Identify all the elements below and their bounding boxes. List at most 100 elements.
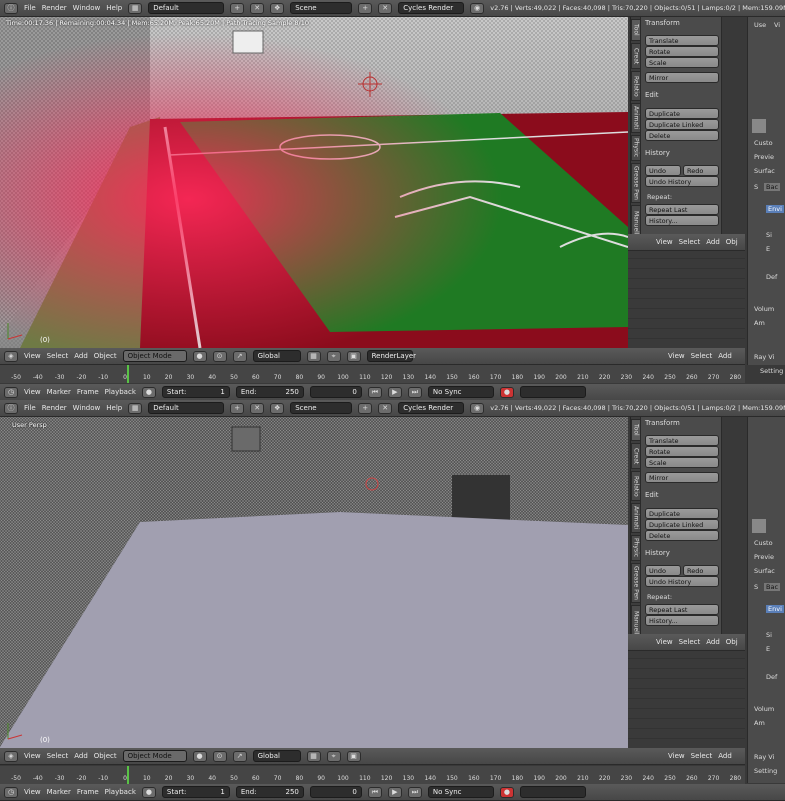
undo-button[interactable]: Undo	[645, 165, 681, 176]
sync-select[interactable]: No Sync	[427, 386, 494, 398]
mirror-button[interactable]: Mirror	[645, 72, 719, 83]
screen-layout-icon-2[interactable]: ▦	[128, 402, 143, 414]
keying-set-field[interactable]	[519, 386, 586, 398]
play-icon[interactable]: ▶	[387, 386, 402, 398]
duplicate-linked-button-2[interactable]: Duplicate Linked	[645, 519, 719, 530]
surface-header-2[interactable]: Surfac	[754, 567, 775, 575]
render-layer-field[interactable]: RenderLayer	[366, 350, 416, 362]
viewport-solid[interactable]: User Persp (0)	[0, 417, 628, 748]
timeline-2[interactable]: -50 -40 -30 -20 -10 0 10 20 30 40 50 60 70 80 90 100 110…	[0, 766, 745, 784]
def-field-2[interactable]: Def	[766, 673, 777, 681]
pb-marker[interactable]: Marker	[47, 388, 71, 396]
node-editor-1[interactable]	[628, 251, 745, 348]
layout-field-2[interactable]: Default	[148, 402, 225, 414]
translate-button-2[interactable]: Translate	[645, 435, 719, 446]
info-editor-icon[interactable]: ⓘ	[4, 2, 18, 14]
preview-header-2[interactable]: Previe	[754, 553, 774, 561]
menu-help[interactable]: Help	[106, 4, 122, 12]
menu-help-2[interactable]: Help	[106, 404, 122, 412]
menu-add-2[interactable]: Add	[74, 752, 88, 760]
sync-select-2[interactable]: No Sync	[427, 786, 494, 798]
orientation-select-2[interactable]: Global	[252, 750, 301, 762]
end-frame-field-2[interactable]: End: 250	[235, 786, 304, 798]
scene-field[interactable]: Scene	[290, 2, 353, 14]
e-field[interactable]: E	[766, 245, 770, 253]
pivot-icon[interactable]: ⊙	[212, 350, 227, 362]
pb-frame[interactable]: Frame	[77, 388, 99, 396]
info-editor-icon-2[interactable]: ⓘ	[4, 402, 18, 414]
duplicate-linked-button[interactable]: Duplicate Linked	[645, 119, 719, 130]
transform-panel-header[interactable]: Transform	[645, 19, 680, 27]
viewport-rendered[interactable]: Time:00:17.36 | Remaining:00:04.34 | Mem…	[0, 17, 628, 348]
render-icon[interactable]: ▣	[346, 350, 361, 362]
jump-start-icon-2[interactable]: ⏮	[367, 786, 382, 798]
shading-icon[interactable]: ●	[192, 350, 207, 362]
undo-history-button-2[interactable]: Undo History	[645, 576, 719, 587]
def-field[interactable]: Def	[766, 273, 777, 281]
close-scene-icon-2[interactable]: ✕	[378, 402, 393, 414]
node-footer-view-2[interactable]: View	[668, 752, 685, 760]
scale-button[interactable]: Scale	[645, 57, 719, 68]
menu-add[interactable]: Add	[74, 352, 88, 360]
pb-playback-2[interactable]: Playback	[105, 788, 136, 796]
layers-icon-2[interactable]: ▦	[306, 750, 321, 762]
render-icon-2[interactable]: ▣	[346, 750, 361, 762]
screen-layout-icon[interactable]: ▦	[128, 2, 143, 14]
timeline-editor-icon-2[interactable]: ◷	[4, 786, 18, 798]
custom-props-header[interactable]: Custo	[754, 139, 773, 147]
snap-icon-2[interactable]: ⌖	[326, 750, 341, 762]
current-frame-field[interactable]: 0	[309, 386, 362, 398]
surface-header[interactable]: Surfac	[754, 167, 775, 175]
redo-button[interactable]: Redo	[683, 165, 719, 176]
background-field-2[interactable]: Bac	[764, 583, 781, 591]
node-footer-select[interactable]: Select	[691, 352, 713, 360]
menu-render[interactable]: Render	[42, 4, 67, 12]
environment-field-2[interactable]: Envi	[766, 605, 784, 613]
keying-set-field-2[interactable]	[519, 786, 586, 798]
menu-object-2[interactable]: Object	[94, 752, 117, 760]
background-field[interactable]: Bac	[764, 183, 781, 191]
manipulator-icon[interactable]: ↗	[232, 350, 247, 362]
e-field-2[interactable]: E	[766, 645, 770, 653]
close-layout-icon-2[interactable]: ✕	[250, 402, 265, 414]
menu-file[interactable]: File	[24, 4, 36, 12]
menu-window-2[interactable]: Window	[73, 404, 101, 412]
rotate-button-2[interactable]: Rotate	[645, 446, 719, 457]
ray-visibility-header-2[interactable]: Ray Vi	[754, 753, 774, 761]
history-more-button[interactable]: History...	[645, 215, 719, 226]
edit-panel-header[interactable]: Edit	[645, 91, 659, 99]
manipulator-icon-2[interactable]: ↗	[232, 750, 247, 762]
add-layout-icon-2[interactable]: +	[230, 402, 245, 414]
auto-key-icon-2[interactable]: ●	[499, 786, 514, 798]
add-scene-icon-2[interactable]: +	[358, 402, 373, 414]
history-panel-header[interactable]: History	[645, 149, 670, 157]
menu-object[interactable]: Object	[94, 352, 117, 360]
undo-history-button[interactable]: Undo History	[645, 176, 719, 187]
close-layout-icon[interactable]: ✕	[250, 2, 265, 14]
orientation-select[interactable]: Global	[252, 350, 301, 362]
timeline-editor-icon[interactable]: ◷	[4, 386, 18, 398]
node-menu-add[interactable]: Add	[706, 238, 720, 246]
pb-marker-2[interactable]: Marker	[47, 788, 71, 796]
end-frame-field[interactable]: End: 250	[235, 386, 304, 398]
node-menu-add-2[interactable]: Add	[706, 638, 720, 646]
snap-icon[interactable]: ⌖	[326, 350, 341, 362]
menu-render-2[interactable]: Render	[42, 404, 67, 412]
preview-header[interactable]: Previe	[754, 153, 774, 161]
rotate-button[interactable]: Rotate	[645, 46, 719, 57]
start-frame-field-2[interactable]: Start: 1	[161, 786, 230, 798]
custom-props-header-2[interactable]: Custo	[754, 539, 773, 547]
timeline-1[interactable]: -50 -40 -30 -20 -10 0 10 20 30 40 50 60 70 80 90 100 110…	[0, 365, 745, 383]
editor-type-icon-2[interactable]: ◈	[4, 750, 18, 762]
layout-field[interactable]: Default	[148, 2, 225, 14]
close-scene-icon[interactable]: ✕	[378, 2, 393, 14]
timeline-playhead-2[interactable]	[127, 766, 129, 784]
render-engine-select[interactable]: Cycles Render	[398, 2, 465, 14]
menu-select[interactable]: Select	[47, 352, 69, 360]
si-field-2[interactable]: Si	[766, 631, 772, 639]
jump-start-icon[interactable]: ⏮	[367, 386, 382, 398]
layers-icon[interactable]: ▦	[306, 350, 321, 362]
pb-view[interactable]: View	[24, 388, 41, 396]
node-menu-view[interactable]: View	[656, 238, 673, 246]
pivot-icon-2[interactable]: ⊙	[212, 750, 227, 762]
